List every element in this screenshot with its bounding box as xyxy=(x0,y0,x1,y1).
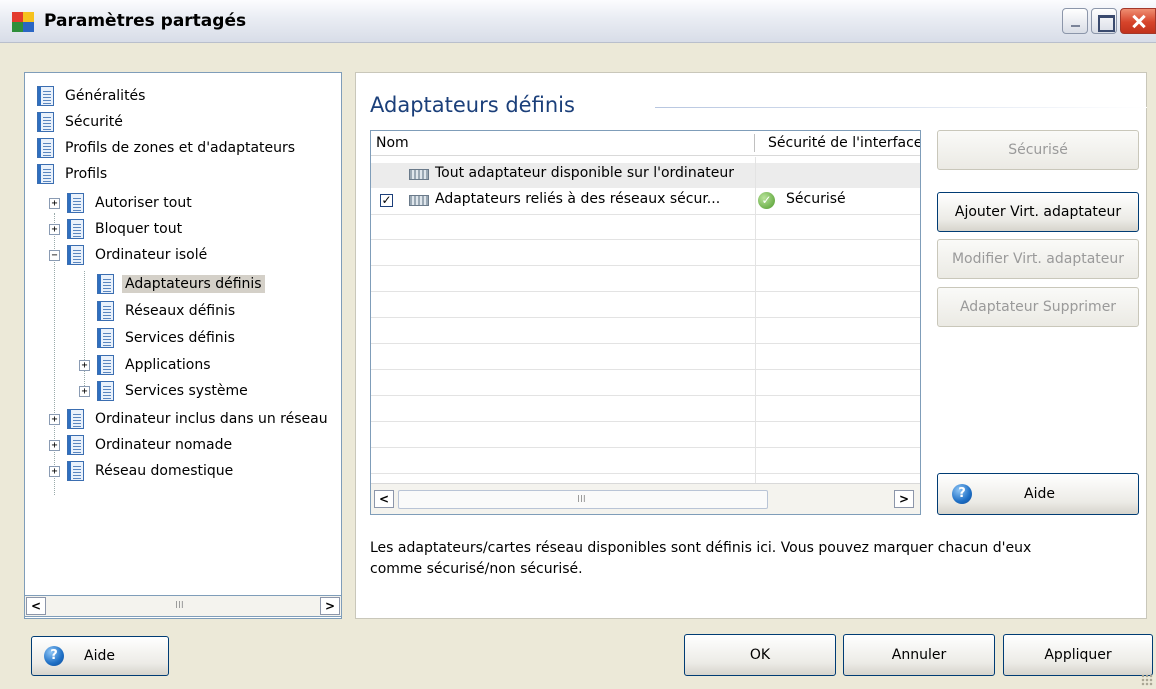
green-check-icon: ✓ xyxy=(758,192,775,209)
title-divider xyxy=(655,107,1147,108)
network-adapter-icon xyxy=(409,169,429,180)
footer-help-button[interactable]: ? Aide xyxy=(31,636,169,676)
adapters-table[interactable]: Nom Sécurité de l'interface Tout adaptat… xyxy=(370,130,921,515)
scroll-right-icon[interactable]: > xyxy=(894,490,914,508)
document-icon xyxy=(97,328,114,348)
tree-item-generalites[interactable]: Généralités xyxy=(37,84,145,108)
tree-item-services-systeme[interactable]: Services système xyxy=(97,379,248,403)
tree-item-adaptateurs-definis[interactable]: Adaptateurs définis xyxy=(97,272,265,296)
document-icon xyxy=(67,461,84,481)
apply-button[interactable]: Appliquer xyxy=(1003,634,1153,676)
grid-line xyxy=(371,291,920,292)
tree-item-autoriser-tout[interactable]: Autoriser tout xyxy=(67,191,192,215)
tree-item-ordinateur-reseau[interactable]: Ordinateur inclus dans un réseau xyxy=(67,407,328,431)
grid-line xyxy=(371,239,920,240)
column-header-securite[interactable]: Sécurité de l'interface xyxy=(768,135,920,151)
grid-line xyxy=(371,473,920,474)
document-icon xyxy=(67,435,84,455)
tree-item-ordinateur-isole[interactable]: Ordinateur isolé xyxy=(67,243,207,267)
scroll-right-icon[interactable]: > xyxy=(320,597,340,615)
delete-adapter-button[interactable]: Adaptateur Supprimer xyxy=(937,287,1139,327)
document-icon xyxy=(67,245,84,265)
table-row[interactable]: Tout adaptateur disponible sur l'ordinat… xyxy=(371,163,920,188)
scroll-left-icon[interactable]: < xyxy=(26,597,46,615)
tree-item-reseau-domestique[interactable]: Réseau domestique xyxy=(67,459,233,483)
help-icon: ? xyxy=(952,484,972,504)
tree-item-securite[interactable]: Sécurité xyxy=(37,110,123,134)
grid-line xyxy=(371,421,920,422)
grid-line xyxy=(371,395,920,396)
help-icon: ? xyxy=(44,646,64,666)
tree-item-reseaux-definis[interactable]: Réseaux définis xyxy=(97,299,235,323)
tree-item-applications[interactable]: Applications xyxy=(97,353,211,377)
table-horizontal-scrollbar[interactable]: < III > xyxy=(371,483,920,514)
document-icon xyxy=(37,164,54,184)
document-icon xyxy=(97,355,114,375)
expand-icon[interactable]: + xyxy=(49,466,60,477)
column-header-nom[interactable]: Nom xyxy=(376,135,409,151)
minimize-icon[interactable] xyxy=(1062,8,1088,34)
table-header: Nom Sécurité de l'interface xyxy=(371,131,920,156)
checkbox[interactable]: ✓ xyxy=(380,194,393,207)
grid-line xyxy=(371,265,920,266)
maximize-icon[interactable] xyxy=(1091,8,1117,34)
column-divider xyxy=(755,157,756,483)
expand-icon[interactable]: + xyxy=(49,198,60,209)
document-icon xyxy=(37,112,54,132)
tree-item-profils-zones[interactable]: Profils de zones et d'adaptateurs xyxy=(37,136,295,160)
document-icon xyxy=(97,381,114,401)
secure-button[interactable]: Sécurisé xyxy=(937,130,1139,170)
grid-line xyxy=(371,369,920,370)
tree-item-bloquer-tout[interactable]: Bloquer tout xyxy=(67,217,182,241)
footer-help-label: Aide xyxy=(84,648,115,664)
scroll-grip-icon: III xyxy=(577,494,586,505)
cancel-button[interactable]: Annuler xyxy=(843,634,995,676)
network-adapter-icon xyxy=(409,195,429,206)
modify-virtual-adapter-button[interactable]: Modifier Virt. adaptateur xyxy=(937,239,1139,279)
tree-item-services-definis[interactable]: Services définis xyxy=(97,326,235,350)
grid-line xyxy=(371,447,920,448)
document-icon xyxy=(97,274,114,294)
tree-item-profils[interactable]: Profils xyxy=(37,162,107,186)
grid-line xyxy=(371,343,920,344)
expand-icon[interactable]: + xyxy=(49,414,60,425)
add-virtual-adapter-button[interactable]: Ajouter Virt. adaptateur xyxy=(937,192,1139,232)
table-row[interactable]: ✓ Adaptateurs reliés à des réseaux sécur… xyxy=(371,189,920,214)
document-icon xyxy=(37,138,54,158)
resize-grip-icon[interactable] xyxy=(1141,674,1153,686)
settings-tree[interactable]: Généralités Sécurité Profils de zones et… xyxy=(24,72,342,619)
section-title: Adaptateurs définis xyxy=(370,93,575,117)
window-title: Paramètres partagés xyxy=(44,11,247,31)
column-separator[interactable] xyxy=(754,134,755,152)
tree-horizontal-scrollbar[interactable]: < III > xyxy=(24,595,342,617)
row-status: Sécurisé xyxy=(786,191,846,207)
help-button-label: Aide xyxy=(1024,486,1055,502)
document-icon xyxy=(97,301,114,321)
description-text: Les adaptateurs/cartes réseau disponible… xyxy=(370,540,1032,577)
expand-icon[interactable]: + xyxy=(49,440,60,451)
row-name: Adaptateurs reliés à des réseaux sécur..… xyxy=(435,191,721,207)
avg-app-icon xyxy=(12,12,34,32)
scroll-left-icon[interactable]: < xyxy=(374,490,394,508)
scroll-grip-icon: III xyxy=(175,600,184,611)
collapse-icon[interactable]: − xyxy=(49,250,60,261)
close-icon[interactable] xyxy=(1120,8,1156,34)
expand-icon[interactable]: + xyxy=(79,386,90,397)
document-icon xyxy=(67,219,84,239)
document-icon xyxy=(67,409,84,429)
expand-icon[interactable]: + xyxy=(49,224,60,235)
row-name: Tout adaptateur disponible sur l'ordinat… xyxy=(435,165,735,181)
ok-button[interactable]: OK xyxy=(684,634,836,676)
expand-icon[interactable]: + xyxy=(79,360,90,371)
tree-item-ordinateur-nomade[interactable]: Ordinateur nomade xyxy=(67,433,232,457)
title-bar: Paramètres partagés xyxy=(0,0,1156,43)
document-icon xyxy=(67,193,84,213)
help-button[interactable]: ? Aide xyxy=(937,473,1139,515)
document-icon xyxy=(37,86,54,106)
grid-line xyxy=(371,317,920,318)
grid-line xyxy=(371,214,920,215)
